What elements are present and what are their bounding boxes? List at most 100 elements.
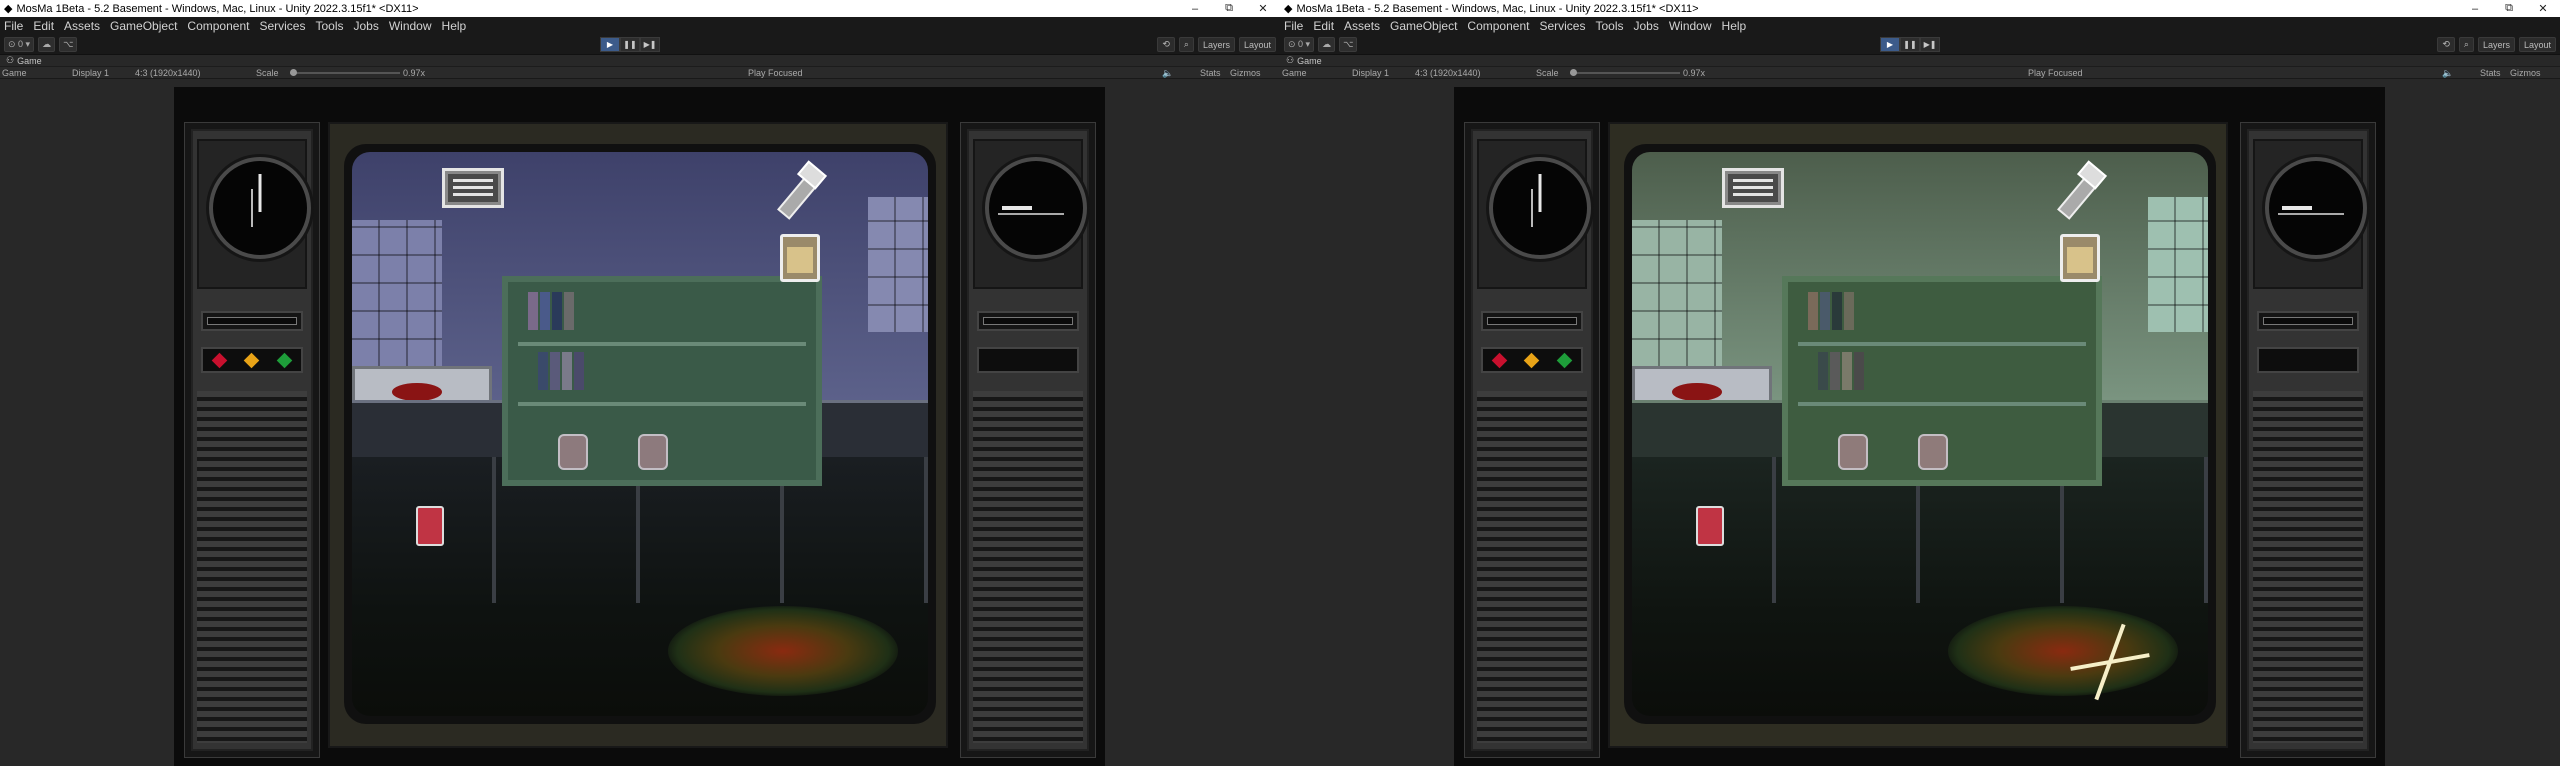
close-button[interactable]: ✕	[1246, 0, 1280, 17]
display-dropdown[interactable]: Display 1	[72, 67, 109, 79]
specimen-jar[interactable]	[638, 434, 668, 471]
jar-icon[interactable]	[2060, 234, 2100, 282]
orange-light-icon	[244, 352, 260, 368]
game-mode-dropdown[interactable]: Game	[1282, 67, 1307, 79]
jar-icon[interactable]	[780, 234, 820, 282]
restore-button[interactable]: ⧉	[2492, 0, 2526, 17]
collab-icon[interactable]: ⌥	[59, 36, 78, 52]
game-render[interactable]	[1454, 87, 2385, 766]
game-view-canvas[interactable]	[1280, 87, 2560, 766]
display-dropdown[interactable]: Display 1	[1352, 67, 1389, 79]
specimen-jar[interactable]	[558, 434, 588, 471]
menu-file[interactable]: File	[1284, 19, 1303, 33]
menu-services[interactable]: Services	[1539, 19, 1585, 33]
gauge-needle	[258, 174, 262, 212]
stats-toggle[interactable]: Stats	[1200, 67, 1221, 79]
game-scene[interactable]	[352, 152, 928, 716]
scale-slider[interactable]	[1570, 69, 1680, 76]
indicator-display	[2257, 347, 2359, 373]
layout-dropdown[interactable]: Layout	[1238, 37, 1276, 52]
restore-button[interactable]: ⧉	[1212, 0, 1246, 17]
aspect-dropdown[interactable]: 4:3 (1920x1440)	[1415, 67, 1481, 79]
vent-grille	[2253, 391, 2363, 743]
cloud-icon[interactable]: ☁	[38, 36, 56, 52]
gauge-needle-secondary	[2278, 212, 2345, 215]
menu-bar: File Edit Assets GameObject Component Se…	[1280, 17, 2560, 34]
menu-gameobject[interactable]: GameObject	[110, 19, 177, 33]
green-light-icon	[1556, 352, 1573, 368]
history-icon[interactable]: ⟲	[2437, 37, 2455, 52]
account-button[interactable]: ⊙ 0 ▾	[1284, 36, 1315, 52]
right-control-panel	[960, 122, 1096, 758]
menu-file[interactable]: File	[4, 19, 23, 33]
play-controls: ▶ ❚❚ ▶❚	[600, 37, 660, 52]
pause-button[interactable]: ❚❚	[620, 37, 640, 52]
specimen-jar[interactable]	[1918, 434, 1948, 471]
gizmos-dropdown[interactable]: Gizmos	[2510, 67, 2541, 79]
briefcase-icon[interactable]	[1722, 168, 1784, 208]
mute-audio-icon[interactable]: 🔈	[2442, 67, 2453, 79]
scale-slider[interactable]	[290, 69, 400, 76]
layout-dropdown[interactable]: Layout	[2518, 37, 2556, 52]
minimize-button[interactable]: –	[1178, 0, 1212, 17]
menu-window[interactable]: Window	[1669, 19, 1712, 33]
window-title: MosMa 1Beta - 5.2 Basement - Windows, Ma…	[1296, 2, 1699, 15]
gizmos-dropdown[interactable]: Gizmos	[1230, 67, 1261, 79]
game-mode-dropdown[interactable]: Game	[2, 67, 27, 79]
cloud-icon[interactable]: ☁	[1318, 36, 1336, 52]
tab-game[interactable]: Game	[17, 56, 42, 66]
play-button[interactable]: ▶	[1880, 37, 1900, 52]
title-bar: ◆ MosMa 1Beta - 5.2 Basement - Windows, …	[0, 0, 1280, 17]
window-title: MosMa 1Beta - 5.2 Basement - Windows, Ma…	[16, 2, 419, 15]
menu-component[interactable]: Component	[187, 19, 249, 33]
aspect-dropdown[interactable]: 4:3 (1920x1440)	[135, 67, 201, 79]
green-light-icon	[276, 352, 293, 368]
menu-jobs[interactable]: Jobs	[1633, 19, 1658, 33]
layers-dropdown[interactable]: Layers	[2477, 37, 2515, 52]
step-button[interactable]: ▶❚	[640, 37, 660, 52]
game-scene[interactable]	[1632, 152, 2208, 716]
menu-help[interactable]: Help	[1722, 19, 1747, 33]
tab-game[interactable]: Game	[1297, 56, 1322, 66]
game-view-icon: ⚇	[1286, 55, 1295, 65]
play-button[interactable]: ▶	[600, 37, 620, 52]
menu-window[interactable]: Window	[389, 19, 432, 33]
close-button[interactable]: ✕	[2526, 0, 2560, 17]
game-render[interactable]	[174, 87, 1105, 766]
play-focused-dropdown[interactable]: Play Focused	[2028, 67, 2083, 79]
menu-assets[interactable]: Assets	[1344, 19, 1380, 33]
menu-tools[interactable]: Tools	[315, 19, 343, 33]
play-focused-dropdown[interactable]: Play Focused	[748, 67, 803, 79]
unity-logo-icon: ◆	[4, 3, 13, 15]
menu-tools[interactable]: Tools	[1595, 19, 1623, 33]
pause-button[interactable]: ❚❚	[1900, 37, 1920, 52]
flashlight-icon[interactable]	[2052, 160, 2108, 222]
menu-services[interactable]: Services	[259, 19, 305, 33]
game-view-canvas[interactable]	[0, 87, 1280, 766]
can-item[interactable]	[1696, 506, 1724, 546]
minimize-button[interactable]: –	[2458, 0, 2492, 17]
menu-help[interactable]: Help	[442, 19, 467, 33]
menu-jobs[interactable]: Jobs	[353, 19, 378, 33]
history-icon[interactable]: ⟲	[1157, 37, 1175, 52]
flashlight-icon[interactable]	[772, 160, 828, 222]
search-icon[interactable]: ⌕	[1178, 37, 1194, 52]
gauge-needle-secondary	[250, 189, 253, 227]
menu-edit[interactable]: Edit	[33, 19, 54, 33]
account-button[interactable]: ⊙ 0 ▾	[4, 36, 35, 52]
specimen-jar[interactable]	[1838, 434, 1868, 471]
indicator-lights	[1481, 347, 1583, 373]
game-tab-bar: ⚇ Game	[0, 55, 1280, 67]
layers-dropdown[interactable]: Layers	[1197, 37, 1235, 52]
menu-edit[interactable]: Edit	[1313, 19, 1334, 33]
step-button[interactable]: ▶❚	[1920, 37, 1940, 52]
collab-icon[interactable]: ⌥	[1339, 36, 1358, 52]
briefcase-icon[interactable]	[442, 168, 504, 208]
menu-component[interactable]: Component	[1467, 19, 1529, 33]
search-icon[interactable]: ⌕	[2458, 37, 2474, 52]
mute-audio-icon[interactable]: 🔈	[1162, 67, 1173, 79]
stats-toggle[interactable]: Stats	[2480, 67, 2501, 79]
can-item[interactable]	[416, 506, 444, 546]
menu-assets[interactable]: Assets	[64, 19, 100, 33]
menu-gameobject[interactable]: GameObject	[1390, 19, 1457, 33]
